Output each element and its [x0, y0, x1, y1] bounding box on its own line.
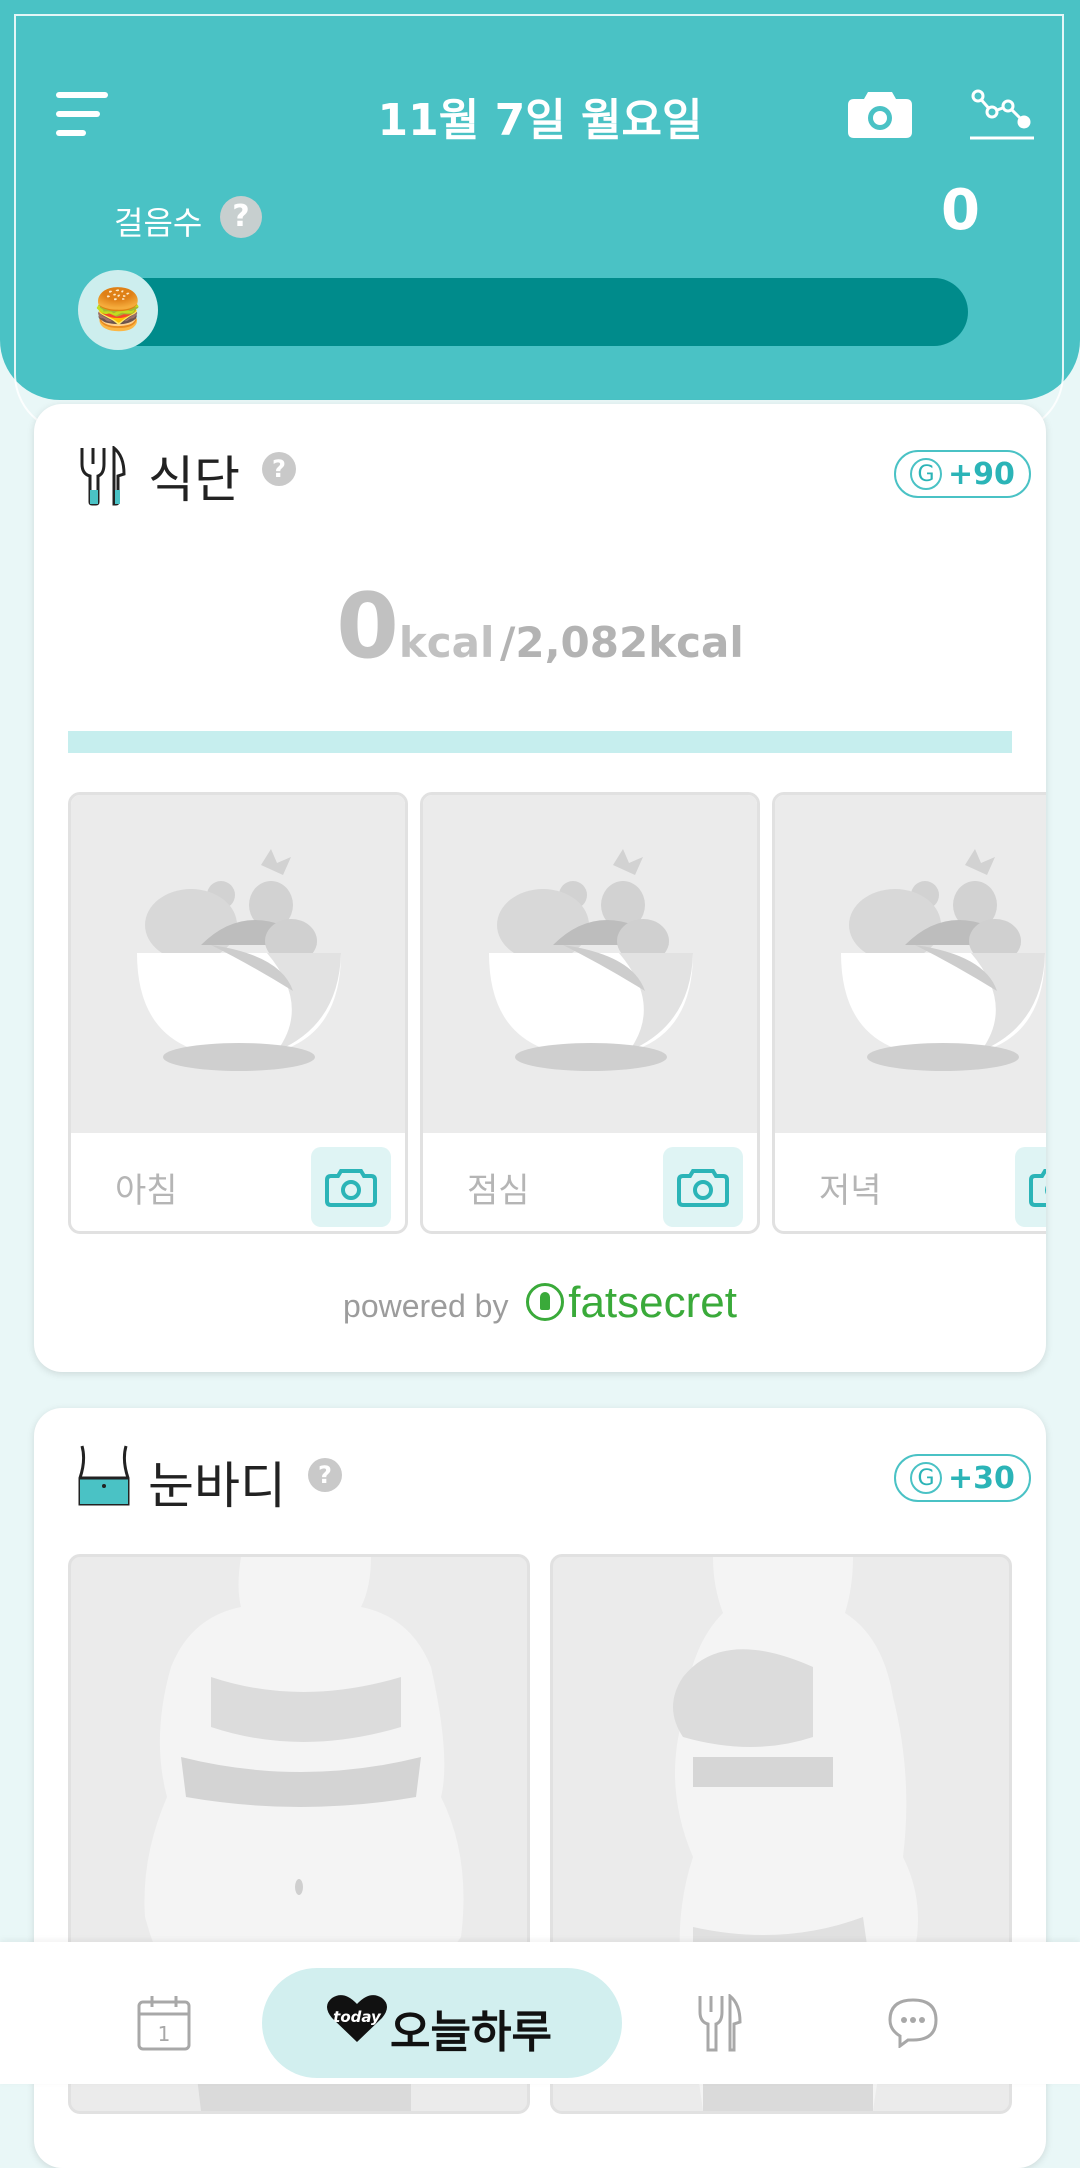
powered-by-text: powered by — [343, 1288, 509, 1324]
fatsecret-logo-icon — [526, 1283, 565, 1321]
body-points-badge: G +30 — [894, 1454, 1031, 1502]
powered-by-credit: powered by fatsecret — [34, 1278, 1046, 1328]
calendar-icon[interactable]: 1 — [136, 1994, 192, 2056]
meal-card-lunch[interactable]: 점심 — [420, 792, 760, 1234]
g-coin-icon: G — [910, 1462, 942, 1494]
chat-icon[interactable] — [886, 1996, 940, 2052]
today-tab-label: 오늘하루 — [390, 2007, 552, 2058]
meal-card-breakfast[interactable]: 아침 — [68, 792, 408, 1234]
today-heart-icon: today — [326, 1992, 388, 2048]
meal-label-lunch: 점심 — [467, 1171, 530, 1211]
meal-label-dinner: 저녁 — [819, 1171, 882, 1211]
lunch-camera-button[interactable] — [663, 1147, 743, 1227]
fatsecret-brand: fatsecret — [568, 1278, 737, 1327]
food-bowl-icon — [775, 795, 1046, 1133]
body-points: +30 — [948, 1460, 1015, 1496]
meal-label-breakfast: 아침 — [115, 1171, 178, 1211]
dinner-camera-button[interactable] — [1015, 1147, 1046, 1227]
meal-card-dinner[interactable]: 저녁 — [772, 792, 1046, 1234]
body-title: 눈바디 — [148, 1457, 286, 1515]
food-bowl-icon — [423, 795, 757, 1133]
waist-icon — [76, 1444, 132, 1512]
today-badge-text: today — [333, 2008, 382, 2026]
food-bowl-icon — [71, 795, 405, 1133]
svg-text:1: 1 — [158, 2022, 171, 2046]
breakfast-camera-button[interactable] — [311, 1147, 391, 1227]
body-help-icon[interactable]: ? — [308, 1458, 342, 1492]
diet-nav-icon[interactable] — [696, 1992, 742, 2056]
